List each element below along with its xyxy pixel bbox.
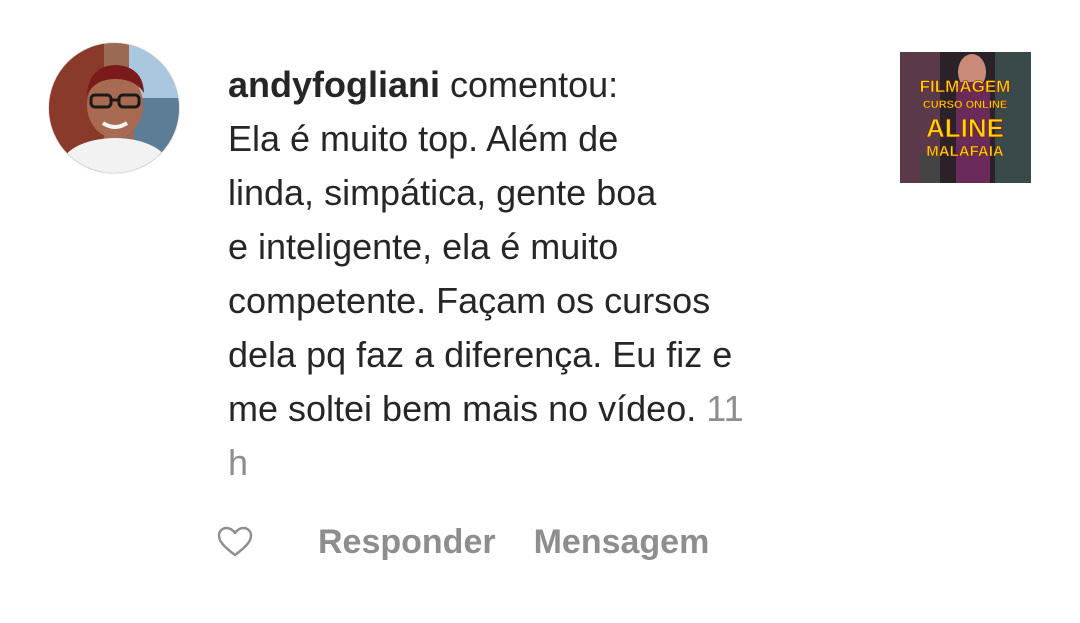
thumbnail-title: FILMAGEM [920,77,1011,96]
avatar-photo-icon [49,43,179,173]
timestamp: 11 [706,388,744,429]
comment-line-last: me soltei bem mais no vídeo. 11 [228,382,848,436]
comment-text: andyfogliani comentou: Ela é muito top. … [228,58,848,490]
timestamp-unit: h [228,442,249,483]
comment-verb: comentou: [450,64,619,105]
heart-outline-icon [217,526,253,557]
comment-header: andyfogliani comentou: [228,58,848,112]
reply-button[interactable]: Responder [318,523,496,562]
thumbnail-surname: MALAFAIA [926,143,1004,160]
post-thumbnail[interactable]: FILMAGEM CURSO ONLINE ALINE MALAFAIA [900,52,1031,183]
comment-line: linda, simpática, gente boa [228,172,657,213]
thumbnail-name: ALINE [926,113,1004,143]
like-button[interactable] [216,523,254,561]
message-button[interactable]: Mensagem [534,523,710,562]
comment-line: competente. Façam os cursos [228,280,711,321]
comment-line: dela pq faz a diferença. Eu fiz e [228,334,733,375]
thumbnail-subtitle: CURSO ONLINE [923,99,1007,111]
comment-actions: Responder Mensagem [216,518,747,566]
comment-notification: andyfogliani comentou: Ela é muito top. … [0,0,1080,623]
comment-line: Ela é muito top. Além de [228,118,619,159]
comment-line: me soltei bem mais no vídeo. [228,388,697,429]
post-thumbnail-image: FILMAGEM CURSO ONLINE ALINE MALAFAIA [900,52,1031,183]
username-link[interactable]: andyfogliani [228,64,440,105]
comment-line: e inteligente, ela é muito [228,226,619,267]
avatar[interactable] [48,42,180,174]
